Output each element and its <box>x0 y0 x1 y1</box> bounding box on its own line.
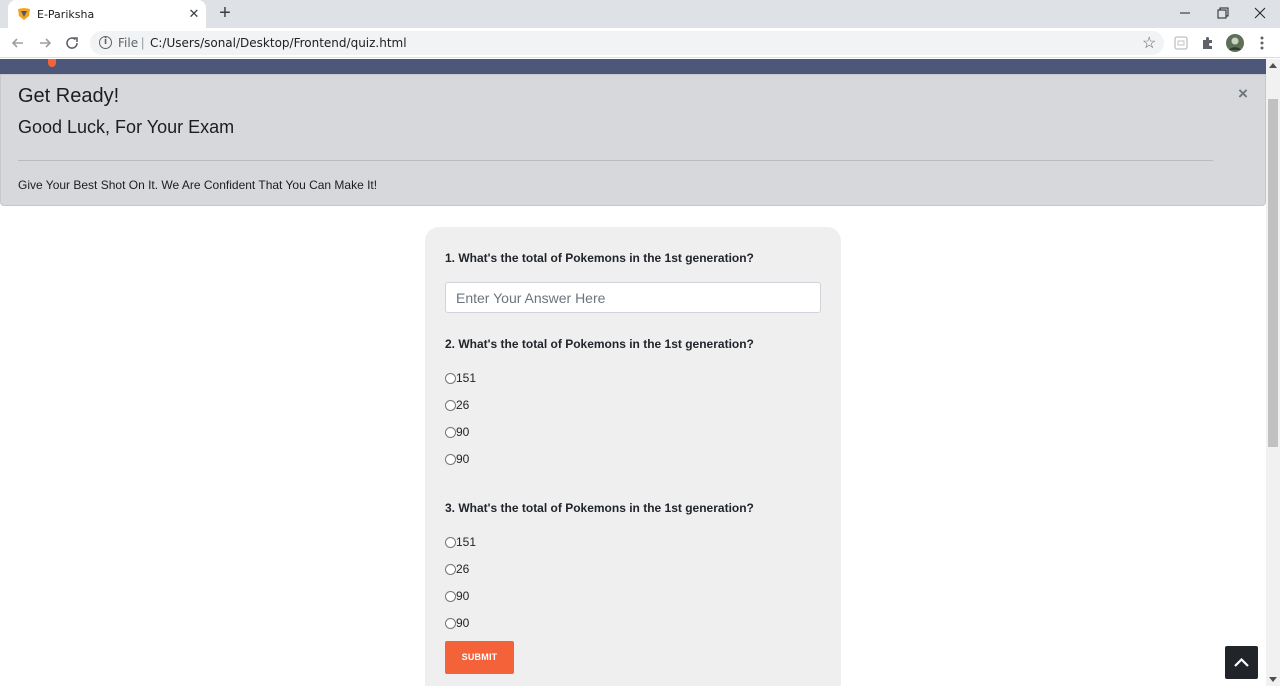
extension-icon[interactable] <box>1171 33 1191 53</box>
url-text[interactable]: C:/Users/sonal/Desktop/Frontend/quiz.htm… <box>150 36 407 50</box>
q3-option[interactable]: 26 <box>445 562 469 576</box>
option-label: 151 <box>456 535 477 549</box>
url-scheme: File <box>118 36 139 50</box>
radio-button[interactable] <box>445 426 456 438</box>
q2-option[interactable]: 151 <box>445 371 476 385</box>
q2-option[interactable]: 26 <box>445 398 469 412</box>
tab-title: E-Pariksha <box>37 8 95 21</box>
puzzle-icon[interactable] <box>1198 33 1218 53</box>
alert-box: Get Ready! Good Luck, For Your Exam Give… <box>0 74 1266 206</box>
url-separator: | <box>141 35 145 50</box>
option-label: 26 <box>456 398 470 412</box>
q2-option[interactable]: 90 <box>445 452 469 466</box>
favicon-icon <box>18 8 30 20</box>
menu-icon[interactable] <box>1252 33 1272 53</box>
avatar[interactable] <box>1225 33 1245 53</box>
radio-button[interactable] <box>445 617 456 629</box>
alert-subtitle: Good Luck, For Your Exam <box>18 117 235 137</box>
page-viewport: Get Ready! Good Luck, For Your Exam Give… <box>0 59 1266 686</box>
forward-arrow-icon[interactable] <box>35 33 55 53</box>
submit-button[interactable]: SUBMIT <box>445 641 514 674</box>
alert-message: Give Your Best Shot On It. We Are Confid… <box>18 178 378 192</box>
answer-input[interactable] <box>445 282 821 313</box>
logo <box>48 59 56 67</box>
radio-button[interactable] <box>445 590 456 602</box>
radio-button[interactable] <box>445 453 456 465</box>
back-arrow-icon[interactable] <box>8 33 28 53</box>
q3-option[interactable]: 90 <box>445 589 469 603</box>
q3-option[interactable]: 151 <box>445 535 476 549</box>
alert-title: Get Ready! <box>18 85 120 107</box>
window-close-icon[interactable] <box>1246 3 1274 23</box>
radio-button[interactable] <box>445 536 456 548</box>
scroll-up-arrow-icon[interactable] <box>1269 63 1277 68</box>
radio-button[interactable] <box>445 399 456 411</box>
quiz-form: 1. What's the total of Pokemons in the 1… <box>425 227 841 686</box>
scrollbar-thumb[interactable] <box>1268 99 1278 447</box>
chevron-up-icon <box>1234 657 1249 667</box>
restore-icon[interactable] <box>1208 3 1236 23</box>
q2-option[interactable]: 90 <box>445 425 469 439</box>
address-bar[interactable]: i File | C:/Users/sonal/Desktop/Frontend… <box>90 31 1164 55</box>
tab-close-icon[interactable]: ✕ <box>186 6 202 22</box>
star-icon[interactable]: ☆ <box>1142 33 1156 53</box>
option-label: 90 <box>456 452 470 466</box>
option-label: 26 <box>456 562 470 576</box>
question-1: 1. What's the total of Pokemons in the 1… <box>445 251 754 265</box>
scroll-down-arrow-icon[interactable] <box>1269 677 1277 682</box>
tab-strip: E-Pariksha ✕ + <box>0 0 1280 28</box>
info-icon[interactable]: i <box>99 36 112 49</box>
option-label: 151 <box>456 371 477 385</box>
browser-toolbar: i File | C:/Users/sonal/Desktop/Frontend… <box>0 28 1280 58</box>
new-tab-button[interactable]: + <box>216 3 234 23</box>
divider <box>18 160 1213 161</box>
option-label: 90 <box>456 425 470 439</box>
q3-option[interactable]: 90 <box>445 616 469 630</box>
option-label: 90 <box>456 616 470 630</box>
reload-icon[interactable] <box>62 33 82 53</box>
alert-close-icon[interactable]: × <box>1235 85 1251 102</box>
radio-button[interactable] <box>445 372 456 384</box>
radio-button[interactable] <box>445 563 456 575</box>
minimize-icon[interactable] <box>1171 3 1199 23</box>
option-label: 90 <box>456 589 470 603</box>
browser-tab[interactable]: E-Pariksha ✕ <box>8 0 206 28</box>
scrollbar[interactable] <box>1266 59 1280 686</box>
question-2: 2. What's the total of Pokemons in the 1… <box>445 337 754 351</box>
navbar <box>0 59 1266 74</box>
question-3: 3. What's the total of Pokemons in the 1… <box>445 501 754 515</box>
back-to-top-button[interactable] <box>1225 646 1258 679</box>
